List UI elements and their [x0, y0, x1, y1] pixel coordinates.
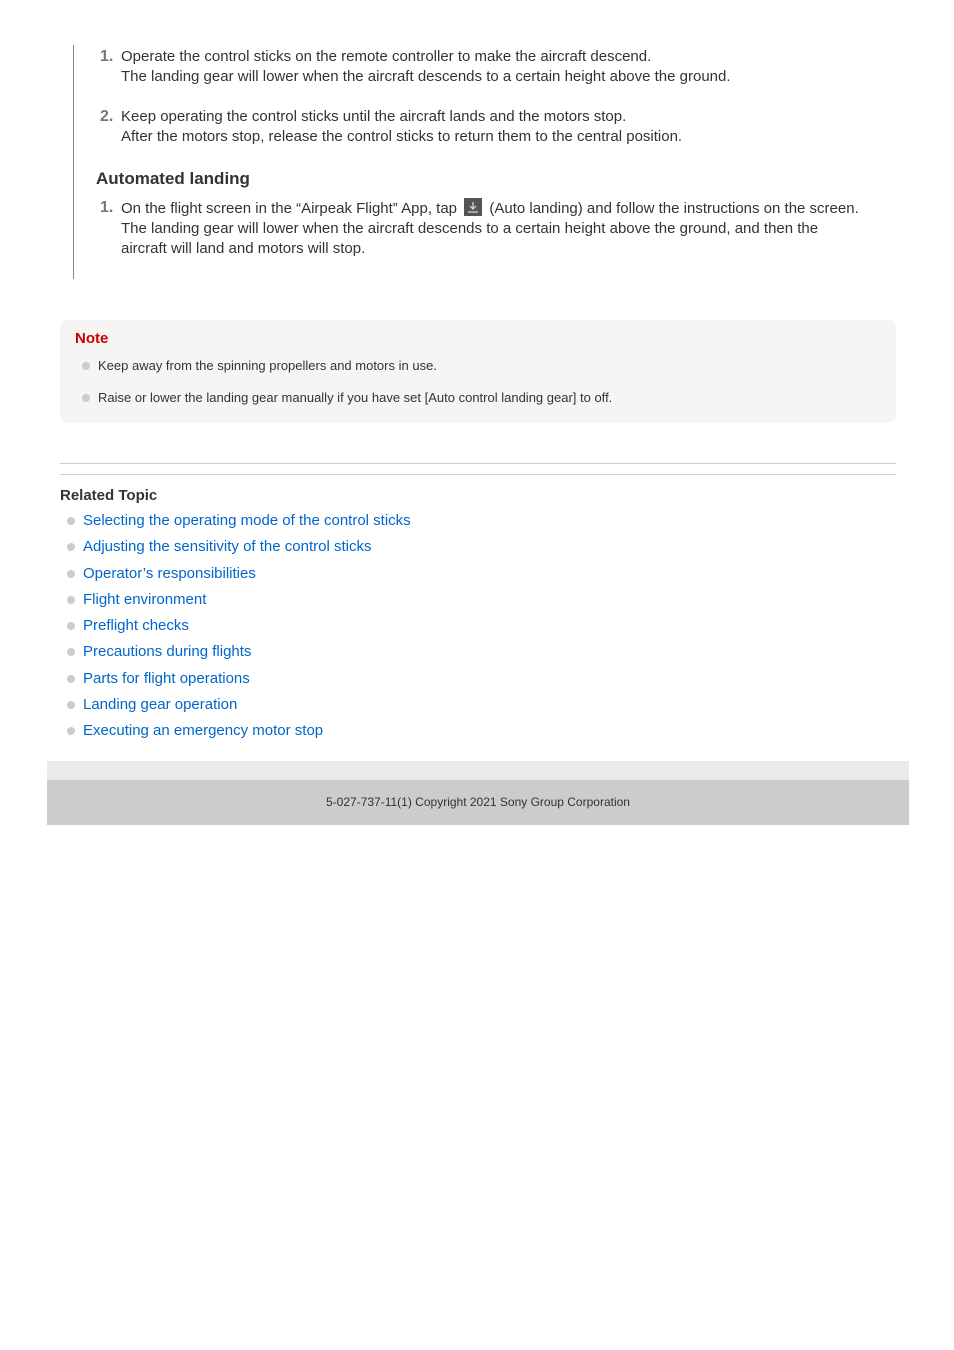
related-link-sensitivity[interactable]: Adjusting the sensitivity of the control…	[83, 538, 371, 555]
bullet-icon	[82, 394, 90, 402]
divider	[60, 474, 896, 475]
auto-landing-icon	[464, 198, 483, 216]
footer-band	[47, 761, 909, 780]
procedure-block: 1. Operate the control sticks on the rem…	[73, 45, 904, 279]
bullet-icon	[67, 648, 75, 657]
step-instruction: Operate the control sticks on the remote…	[121, 48, 652, 65]
step-result: The landing gear will lower when the air…	[121, 220, 819, 237]
step-number: 1.	[100, 48, 114, 65]
note-title: Note	[75, 330, 109, 347]
bullet-icon	[67, 701, 75, 710]
related-link-parts[interactable]: Parts for flight operations	[83, 670, 250, 687]
related-topic-list: Selecting the operating mode of the cont…	[67, 510, 411, 747]
auto-step-1: 1. On the flight screen in the “Airpeak …	[100, 198, 859, 259]
instruction-text: (Auto landing) and follow the instructio…	[489, 200, 859, 217]
related-link-operator-responsibilities[interactable]: Operator’s responsibilities	[83, 565, 256, 582]
divider	[60, 463, 896, 464]
related-topic-item: Precautions during flights	[67, 641, 411, 667]
related-topic-item: Operator’s responsibilities	[67, 563, 411, 589]
related-link-preflight-checks[interactable]: Preflight checks	[83, 617, 189, 634]
bullet-icon	[67, 543, 75, 552]
note-text: Keep away from the spinning propellers a…	[98, 358, 437, 373]
related-topic-item: Flight environment	[67, 589, 411, 615]
section-heading-automated-landing: Automated landing	[96, 169, 250, 188]
bullet-icon	[67, 622, 75, 631]
instruction-text: On the flight screen in the “Airpeak Fli…	[121, 200, 458, 217]
bullet-icon	[67, 517, 75, 525]
step-number: 2.	[100, 108, 114, 125]
note-item: Raise or lower the landing gear manually…	[82, 390, 612, 405]
related-link-flight-environment[interactable]: Flight environment	[83, 591, 206, 608]
step-result: After the motors stop, release the contr…	[121, 128, 683, 145]
related-topic-item: Adjusting the sensitivity of the control…	[67, 536, 411, 562]
bullet-icon	[67, 569, 75, 578]
note-text: Raise or lower the landing gear manually…	[98, 390, 613, 405]
bullet-icon	[82, 362, 90, 370]
bullet-icon	[67, 727, 75, 736]
note-item: Keep away from the spinning propellers a…	[82, 358, 437, 373]
note-box: Note Keep away from the spinning propell…	[60, 320, 896, 423]
related-topic-item: Executing an emergency motor stop	[67, 720, 411, 746]
related-link-emergency-stop[interactable]: Executing an emergency motor stop	[83, 722, 323, 739]
step-instruction: Keep operating the control sticks until …	[121, 108, 627, 125]
related-link-operating-mode[interactable]: Selecting the operating mode of the cont…	[83, 512, 411, 529]
related-link-landing-gear[interactable]: Landing gear operation	[83, 696, 237, 713]
manual-step-1: 1. Operate the control sticks on the rem…	[100, 47, 731, 87]
copyright-text: 5-027-737-11(1) Copyright 2021 Sony Grou…	[326, 795, 630, 809]
bullet-icon	[67, 595, 75, 604]
related-topic-item: Landing gear operation	[67, 694, 411, 720]
related-topic-item: Parts for flight operations	[67, 668, 411, 694]
footer: 5-027-737-11(1) Copyright 2021 Sony Grou…	[47, 780, 909, 825]
related-topic-title: Related Topic	[60, 487, 158, 504]
related-link-precautions[interactable]: Precautions during flights	[83, 643, 251, 660]
related-topic-item: Selecting the operating mode of the cont…	[67, 510, 411, 536]
step-number: 1.	[100, 199, 114, 216]
related-topic-item: Preflight checks	[67, 615, 411, 641]
step-instruction: On the flight screen in the “Airpeak Fli…	[121, 198, 859, 219]
step-result: aircraft will land and motors will stop.	[121, 240, 366, 257]
bullet-icon	[67, 674, 75, 683]
step-result: The landing gear will lower when the air…	[121, 68, 731, 85]
manual-step-2: 2. Keep operating the control sticks unt…	[100, 107, 682, 147]
